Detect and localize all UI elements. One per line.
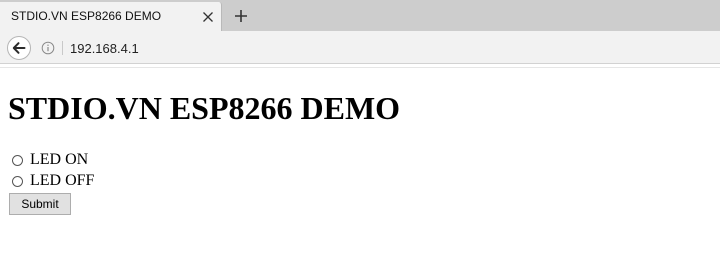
chrome-divider <box>0 67 720 68</box>
back-button[interactable] <box>7 36 31 60</box>
led-off-option[interactable]: LED OFF <box>12 171 94 191</box>
led-on-radio[interactable] <box>12 154 23 166</box>
tab-title: STDIO.VN ESP8266 DEMO <box>11 9 162 23</box>
back-arrow-icon <box>12 42 26 54</box>
led-on-label: LED ON <box>30 151 89 168</box>
browser-tab[interactable]: STDIO.VN ESP8266 DEMO <box>0 2 222 31</box>
close-icon[interactable] <box>201 10 215 24</box>
led-on-option[interactable]: LED ON <box>12 150 88 170</box>
led-off-label: LED OFF <box>30 172 95 189</box>
led-off-radio[interactable] <box>12 175 23 187</box>
plus-icon[interactable] <box>233 8 249 24</box>
info-icon[interactable] <box>41 41 55 55</box>
address-bar[interactable] <box>70 40 670 56</box>
page-title: STDIO.VN ESP8266 DEMO <box>8 90 401 126</box>
browser-toolbar <box>0 31 720 64</box>
submit-button[interactable]: Submit <box>9 193 71 215</box>
address-divider <box>62 41 63 55</box>
tab-strip: STDIO.VN ESP8266 DEMO <box>0 0 720 31</box>
